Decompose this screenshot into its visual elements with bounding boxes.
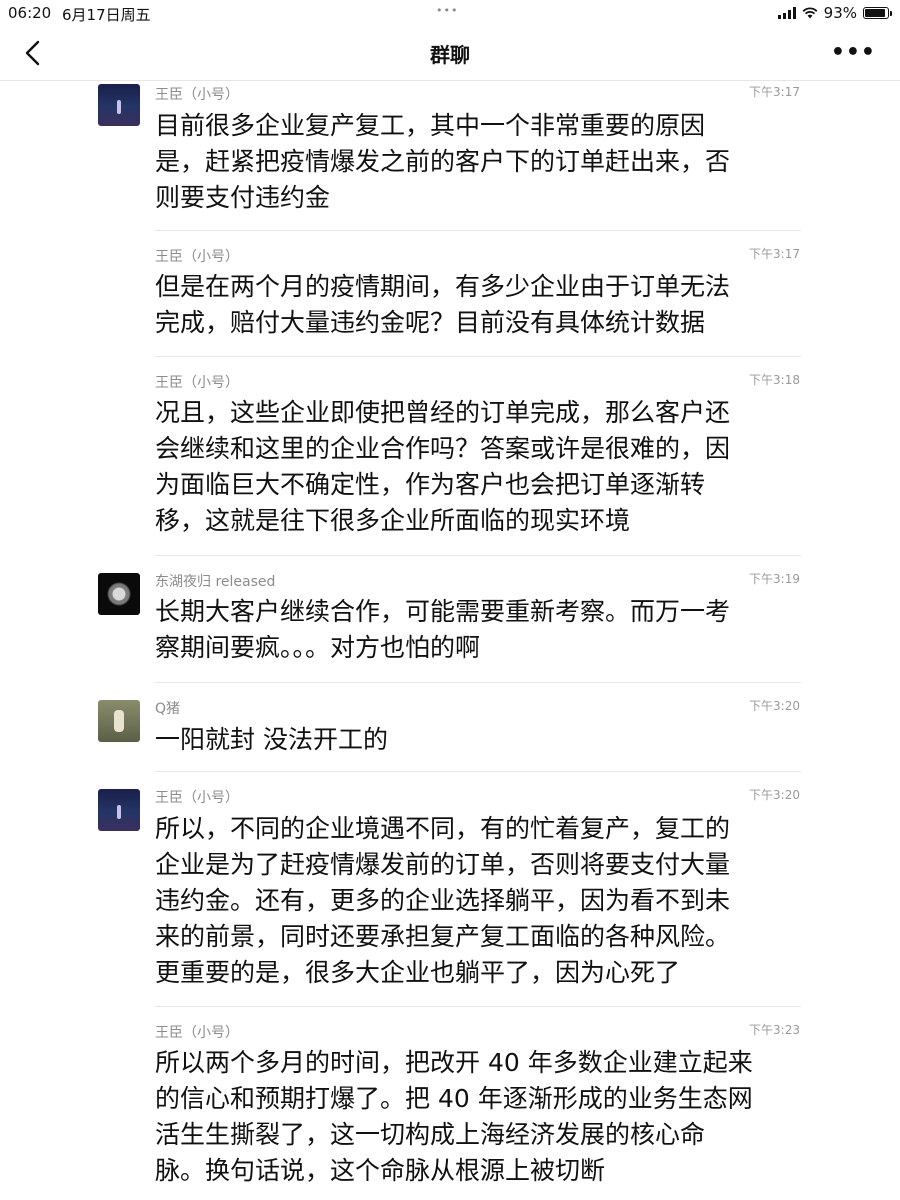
message-text[interactable]: 但是在两个月的疫情期间，有多少企业由于订单无法 完成，赔付大量违约金呢？目前没有… bbox=[155, 269, 790, 341]
avatar[interactable] bbox=[98, 573, 140, 615]
battery-fill bbox=[865, 9, 886, 17]
message-text[interactable]: 一阳就封 没法开工的 bbox=[155, 722, 790, 758]
avatar[interactable] bbox=[98, 789, 140, 831]
message-time: 下午3:17 bbox=[749, 247, 800, 261]
message-text[interactable]: 所以，不同的企业境遇不同，有的忙着复产，复工的 企业是为了赶疫情爆发前的订单，否… bbox=[155, 811, 790, 991]
battery-icon bbox=[863, 7, 892, 19]
sender-name[interactable]: 王臣（小号） bbox=[155, 372, 239, 392]
status-date: 6月17日周五 bbox=[62, 6, 151, 24]
cellular-signal-icon bbox=[777, 7, 796, 19]
status-bar: 06:20 6月17日周五 ••• 93% bbox=[0, 0, 900, 26]
message-divider bbox=[155, 1006, 801, 1007]
message-divider bbox=[155, 682, 801, 683]
message-time: 下午3:23 bbox=[749, 1023, 800, 1037]
avatar[interactable] bbox=[98, 84, 140, 126]
multitasking-dots-icon[interactable]: ••• bbox=[436, 4, 458, 17]
sender-name[interactable]: 王臣（小号） bbox=[155, 1022, 239, 1042]
message-text[interactable]: 长期大客户继续合作，可能需要重新考察。而万一考 察期间要疯。。。对方也怕的啊 bbox=[155, 594, 790, 666]
message-divider bbox=[155, 555, 801, 556]
status-time: 06:20 bbox=[8, 4, 52, 22]
message-divider bbox=[155, 230, 801, 231]
more-options-icon[interactable]: ••• bbox=[831, 40, 876, 65]
chat-title: 群聊 bbox=[430, 43, 470, 67]
sender-name[interactable]: 王臣（小号） bbox=[155, 246, 239, 266]
message-text[interactable]: 目前很多企业复产复工，其中一个非常重要的原因 是，赶紧把疫情爆发之前的客户下的订… bbox=[155, 108, 790, 216]
sender-name[interactable]: 王臣（小号） bbox=[155, 787, 239, 807]
message-time: 下午3:18 bbox=[749, 373, 800, 387]
message-text[interactable]: 所以两个多月的时间，把改开 40 年多数企业建立起来 的信心和预期打爆了。把 4… bbox=[155, 1045, 790, 1189]
message-divider bbox=[155, 771, 801, 772]
message-text[interactable]: 况且，这些企业即使把曾经的订单完成，那么客户还 会继续和这里的企业合作吗？答案或… bbox=[155, 395, 790, 539]
avatar[interactable] bbox=[98, 700, 140, 742]
navigation-bar: 群聊 ••• bbox=[0, 26, 900, 81]
message-time: 下午3:20 bbox=[749, 699, 800, 713]
message-divider bbox=[155, 356, 801, 357]
sender-name[interactable]: 东湖夜归 released bbox=[155, 571, 275, 591]
message-time: 下午3:19 bbox=[749, 572, 800, 586]
sender-name[interactable]: Q猪 bbox=[155, 698, 180, 718]
sender-name[interactable]: 王臣（小号） bbox=[155, 84, 239, 104]
status-indicators: 93% bbox=[777, 4, 892, 22]
message-time: 下午3:17 bbox=[749, 85, 800, 99]
battery-percent: 93% bbox=[823, 4, 857, 22]
message-time: 下午3:20 bbox=[749, 788, 800, 802]
wifi-icon bbox=[802, 7, 818, 19]
